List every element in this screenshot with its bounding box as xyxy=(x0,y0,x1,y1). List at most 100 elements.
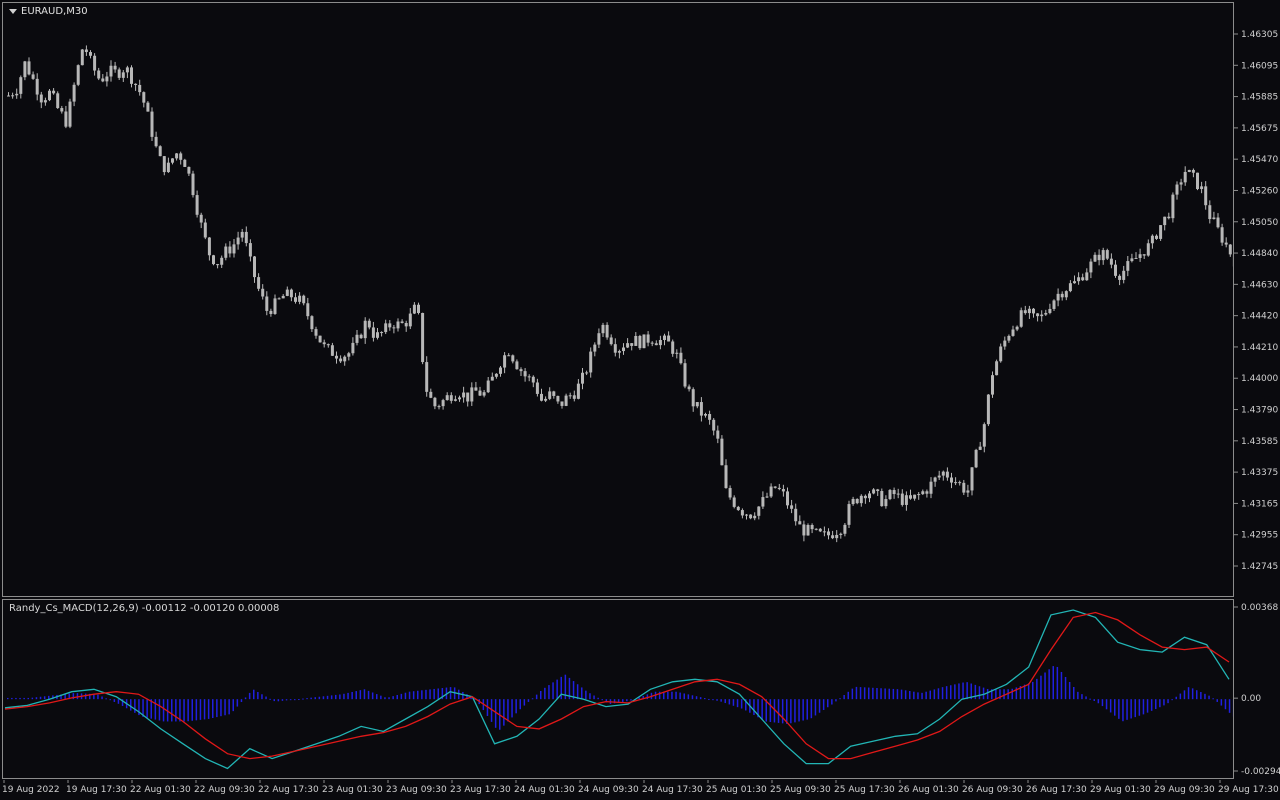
candle xyxy=(1220,223,1224,246)
histogram-bar xyxy=(712,699,714,701)
candle xyxy=(663,333,666,346)
candle xyxy=(941,470,945,481)
candle xyxy=(244,226,248,247)
candle xyxy=(265,291,269,316)
histogram-bar xyxy=(1003,689,1005,700)
candle xyxy=(101,74,105,83)
candle xyxy=(913,494,917,501)
candle xyxy=(273,294,277,315)
candle xyxy=(1081,273,1085,282)
histogram-bar xyxy=(507,699,509,722)
candle xyxy=(380,331,384,337)
candle xyxy=(1150,234,1154,249)
histogram-bar xyxy=(404,692,407,700)
histogram-bar xyxy=(23,697,25,700)
candle xyxy=(699,397,703,422)
candle xyxy=(1171,192,1175,223)
histogram-bar xyxy=(593,695,595,700)
histogram-bar xyxy=(1089,698,1091,700)
histogram-bar xyxy=(175,699,177,722)
candle xyxy=(314,326,318,339)
histogram-bar xyxy=(1097,699,1100,704)
price-chart-panel[interactable]: EURAUD,M30 xyxy=(2,2,1234,597)
histogram-bar xyxy=(195,699,198,721)
histogram-bar xyxy=(244,697,247,700)
candle xyxy=(810,523,814,534)
histogram-bar xyxy=(888,688,890,700)
candle xyxy=(728,485,732,500)
candle xyxy=(306,297,310,320)
candle xyxy=(326,343,330,348)
histogram-bar xyxy=(909,690,911,700)
candle xyxy=(470,382,474,406)
candle xyxy=(904,491,908,511)
histogram-bar xyxy=(548,685,550,700)
histogram-bar xyxy=(421,690,423,700)
histogram-bar xyxy=(519,699,521,710)
candle xyxy=(564,393,568,407)
histogram-bar xyxy=(1204,693,1206,700)
candle xyxy=(708,410,712,425)
histogram-bar xyxy=(995,689,997,700)
histogram-bar xyxy=(1044,672,1046,700)
histogram-bar xyxy=(933,689,936,700)
histogram-bar xyxy=(937,688,940,700)
histogram-bar xyxy=(130,699,132,711)
histogram-bar xyxy=(581,687,583,700)
candle xyxy=(790,499,794,514)
histogram-bar xyxy=(248,692,251,700)
candle xyxy=(978,441,982,451)
histogram-bar xyxy=(15,697,17,700)
price-tick-label: 1.43375 xyxy=(1241,468,1278,478)
candle xyxy=(384,319,388,335)
price-tick-label: 1.42745 xyxy=(1241,562,1278,572)
candle xyxy=(650,341,654,347)
time-tick-label: 19 Aug 2022 xyxy=(2,785,60,795)
candle xyxy=(56,91,60,109)
histogram-bar xyxy=(695,696,698,700)
histogram-bar xyxy=(224,699,226,716)
candle xyxy=(154,131,158,148)
candle xyxy=(462,386,466,403)
candle xyxy=(125,65,129,79)
candle xyxy=(515,359,519,370)
histogram-bar xyxy=(35,697,38,700)
candle xyxy=(1077,272,1081,285)
histogram-bar xyxy=(859,687,862,700)
histogram-bar xyxy=(839,698,841,700)
histogram-bar xyxy=(314,697,316,700)
histogram-bar xyxy=(101,696,103,700)
candle xyxy=(798,515,802,525)
histogram-bar xyxy=(794,699,796,723)
histogram-bar xyxy=(433,688,435,700)
candle xyxy=(421,312,425,365)
histogram-bar xyxy=(417,690,419,700)
candle xyxy=(609,334,613,346)
histogram-bar xyxy=(265,696,267,700)
candle xyxy=(1048,303,1052,315)
price-tick-label: 1.45675 xyxy=(1241,124,1278,134)
histogram-bar xyxy=(449,687,452,700)
histogram-bar xyxy=(1085,696,1087,700)
histogram-bar xyxy=(950,685,952,700)
candle xyxy=(1060,291,1064,301)
candle xyxy=(704,412,707,418)
candle xyxy=(441,398,445,410)
candle xyxy=(888,489,892,501)
candle xyxy=(572,390,576,402)
candle xyxy=(761,491,765,509)
candle xyxy=(253,256,256,283)
candle xyxy=(540,388,543,402)
candle xyxy=(909,489,912,500)
candle xyxy=(23,60,27,81)
candle xyxy=(445,392,449,401)
histogram-bar xyxy=(503,699,505,726)
histogram-bar xyxy=(281,699,284,701)
candle xyxy=(269,308,273,317)
histogram-bar xyxy=(1011,688,1013,700)
price-tick-label: 1.46095 xyxy=(1241,61,1278,71)
candle xyxy=(1163,216,1167,231)
macd-indicator-panel[interactable]: Randy_Cs_MACD(12,26,9) -0.00112 -0.00120… xyxy=(2,599,1234,779)
histogram-bar xyxy=(392,696,394,700)
candle xyxy=(827,528,830,540)
